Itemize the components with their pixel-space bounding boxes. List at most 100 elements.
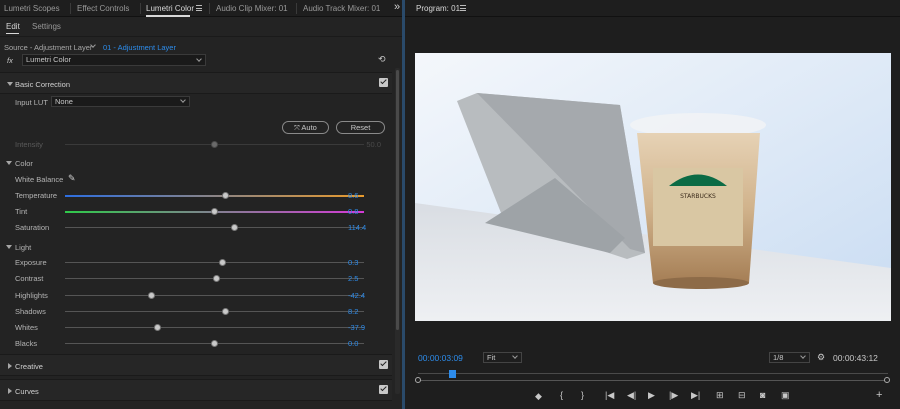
subtab-edit[interactable]: Edit	[6, 22, 20, 31]
section-title: Curves	[15, 387, 39, 396]
whites-handle[interactable]	[153, 324, 161, 331]
basic-correction-header[interactable]: Basic Correction	[0, 72, 392, 94]
enable-checkbox[interactable]	[379, 360, 388, 369]
intensity-value[interactable]: 50.0	[351, 140, 381, 149]
whites-value[interactable]: -37.9	[348, 323, 378, 332]
blacks-handle[interactable]	[210, 340, 218, 347]
zoom-handle-left[interactable]	[415, 377, 421, 383]
light-collapse-icon[interactable]	[6, 245, 12, 249]
creative-header[interactable]: Creative	[0, 354, 392, 376]
zoom-handle-right[interactable]	[884, 377, 890, 383]
tint-label: Tint	[15, 207, 28, 216]
subtab-settings[interactable]: Settings	[32, 22, 61, 31]
saturation-track[interactable]	[65, 227, 364, 228]
reset-button[interactable]: Reset	[336, 121, 385, 134]
panel-menu-icon[interactable]	[196, 5, 202, 11]
eyedropper-icon[interactable]: ✎	[68, 173, 76, 184]
subtab-bar: Edit Settings	[0, 17, 402, 37]
overwrite-icon[interactable]: ⊟	[738, 390, 746, 401]
highlights-track[interactable]	[65, 295, 364, 296]
export-frame-icon[interactable]: ◙	[760, 390, 765, 400]
step-forward-icon[interactable]: |▶	[669, 390, 678, 401]
insert-icon[interactable]: ⊞	[716, 390, 724, 401]
tab-divider	[209, 3, 210, 14]
scrollbar-thumb[interactable]	[396, 70, 399, 330]
exposure-handle[interactable]	[219, 259, 227, 266]
input-lut-dropdown[interactable]: None	[51, 96, 190, 107]
section-title: Creative	[15, 362, 43, 371]
sequence-label[interactable]: 01 - Adjustment Layer	[103, 43, 176, 52]
exposure-track[interactable]	[65, 262, 364, 263]
curves-header[interactable]: Curves	[0, 379, 392, 401]
tab-audio-clip-mixer[interactable]: Audio Clip Mixer: 01	[216, 4, 288, 13]
comparison-view-icon[interactable]: ▣	[781, 390, 790, 401]
tab-lumetri-scopes[interactable]: Lumetri Scopes	[4, 4, 60, 13]
temperature-track[interactable]	[65, 195, 364, 197]
panel-tab-bar: Lumetri Scopes Effect Controls Lumetri C…	[0, 0, 402, 17]
mark-out-icon[interactable]: }	[581, 390, 584, 400]
auto-button[interactable]: ⤧ Auto	[282, 121, 329, 134]
saturation-handle[interactable]	[231, 224, 239, 231]
step-back-icon[interactable]: ◀|	[627, 390, 636, 401]
auto-button-label: Auto	[301, 123, 317, 132]
shadows-handle[interactable]	[222, 308, 230, 315]
highlights-handle[interactable]	[147, 292, 155, 299]
effect-name: Lumetri Color	[26, 55, 72, 64]
temperature-label: Temperature	[15, 191, 58, 200]
shadows-track[interactable]	[65, 311, 364, 312]
tab-overflow-icon[interactable]: »	[394, 1, 400, 13]
input-lut-label: Input LUT	[15, 98, 48, 107]
tab-effect-controls[interactable]: Effect Controls	[77, 4, 129, 13]
effect-dropdown[interactable]: Lumetri Color	[22, 54, 206, 66]
wrench-icon[interactable]: ⚙	[817, 352, 825, 363]
tint-value[interactable]: 0.8	[348, 207, 378, 216]
time-ruler[interactable]	[418, 371, 888, 375]
shadows-label: Shadows	[15, 307, 46, 316]
contrast-value[interactable]: 2.5	[348, 274, 378, 283]
intensity-handle[interactable]	[210, 141, 218, 148]
input-lut-value: None	[55, 97, 73, 106]
shadows-value[interactable]: 8.2	[348, 307, 378, 316]
exposure-value[interactable]: 0.3	[348, 258, 378, 267]
enable-checkbox[interactable]	[379, 385, 388, 394]
go-to-in-icon[interactable]: |◀	[605, 390, 614, 401]
tint-handle[interactable]	[210, 208, 218, 215]
scrub-track[interactable]	[418, 380, 888, 381]
add-marker-icon[interactable]: ◆	[535, 391, 542, 402]
intensity-label: Intensity	[15, 140, 43, 149]
mark-in-icon[interactable]: {	[560, 390, 563, 400]
button-editor-icon[interactable]: +	[876, 389, 882, 401]
subtab-underline	[6, 33, 19, 34]
highlights-value[interactable]: -42.4	[348, 291, 378, 300]
program-video-frame[interactable]: STARBUCKS	[415, 53, 891, 321]
playhead[interactable]	[449, 370, 457, 378]
chevron-down-icon	[800, 353, 806, 359]
panel-menu-icon[interactable]	[460, 5, 466, 11]
contrast-handle[interactable]	[213, 275, 221, 282]
current-timecode[interactable]: 00:00:03:09	[418, 353, 463, 363]
blacks-value[interactable]: 0.0	[348, 339, 378, 348]
source-label[interactable]: Source - Adjustment Layer	[4, 43, 92, 52]
resolution-dropdown[interactable]: 1/8	[769, 352, 810, 363]
whites-track[interactable]	[65, 327, 364, 328]
enable-checkbox[interactable]	[379, 78, 388, 87]
go-to-out-icon[interactable]: ▶|	[691, 390, 700, 401]
tab-lumetri-color[interactable]: Lumetri Color	[146, 4, 194, 13]
play-icon[interactable]: ▶	[648, 390, 655, 401]
collapse-icon	[7, 82, 13, 86]
temperature-value[interactable]: 8.6	[348, 191, 378, 200]
tab-program[interactable]: Program: 01	[416, 4, 460, 13]
tab-divider	[296, 3, 297, 14]
duration-timecode: 00:00:43:12	[833, 353, 878, 363]
temperature-handle[interactable]	[222, 192, 230, 199]
whites-label: Whites	[15, 323, 38, 332]
wand-icon: ⤧	[294, 125, 300, 132]
reset-effect-icon[interactable]: ⟲	[378, 54, 388, 64]
color-collapse-icon[interactable]	[6, 161, 12, 165]
lumetri-panel: Lumetri Scopes Effect Controls Lumetri C…	[0, 0, 402, 409]
zoom-dropdown[interactable]: Fit	[483, 352, 522, 363]
tab-audio-track-mixer[interactable]: Audio Track Mixer: 01	[303, 4, 380, 13]
saturation-value[interactable]: 114.4	[348, 223, 378, 232]
saturation-label: Saturation	[15, 223, 50, 232]
chevron-down-icon	[512, 353, 518, 359]
